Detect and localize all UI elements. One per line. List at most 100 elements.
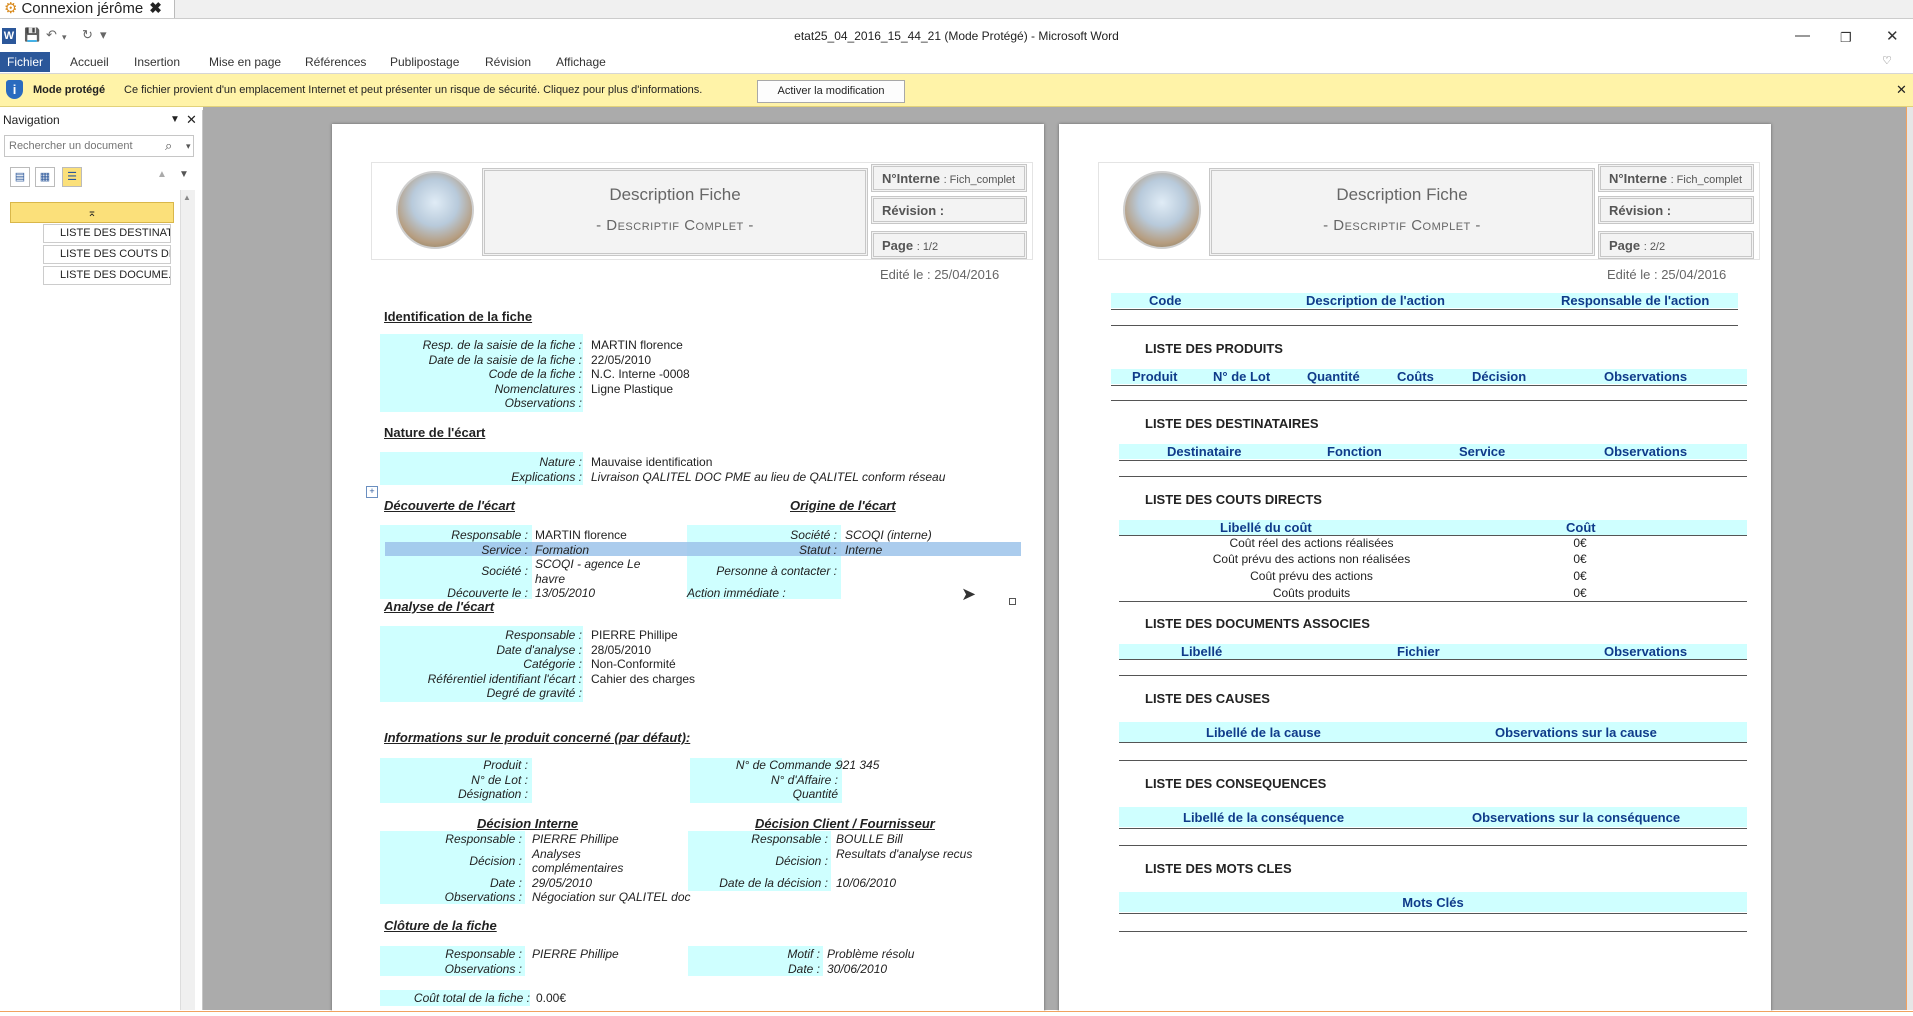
section-title-nature: Nature de l'écart [384, 425, 486, 440]
tab-revision[interactable]: Révision [485, 52, 531, 72]
field-value: Mauvaise identification [591, 455, 713, 469]
field-value: 29/05/2010 [532, 875, 593, 890]
company-logo [396, 171, 474, 249]
tab-accueil[interactable]: Accueil [70, 52, 109, 72]
field-value [845, 586, 1025, 601]
field-label: Date : [787, 961, 820, 976]
total-cost-label: Coût total de la fiche : [413, 991, 530, 1005]
headings-view-icon[interactable]: ▤ [10, 167, 30, 187]
page-label: Page [882, 238, 914, 253]
table-rule [1119, 659, 1747, 660]
ribbon-expand-icon[interactable]: ♡ [1882, 54, 1892, 67]
search-options-icon[interactable]: ▾ [186, 141, 191, 152]
scroll-up-icon[interactable]: ▲ [183, 193, 191, 202]
mouse-cursor-icon: ➤ [961, 584, 977, 604]
column-header: Libellé [1181, 644, 1223, 659]
tab-mise-en-page[interactable]: Mise en page [209, 52, 281, 72]
nav-item-couts[interactable]: LISTE DES COUTS DI... [43, 245, 171, 264]
cost-value-cell: 0€ [1573, 586, 1587, 600]
nav-item-documents[interactable]: LISTE DES DOCUME... [43, 266, 171, 285]
field-value: Ligne Plastique [591, 381, 674, 396]
description-box: Description Fiche - Descriptif Complet - [1209, 168, 1595, 256]
table-rule [1119, 460, 1747, 461]
enable-editing-button[interactable]: Activer la modification [757, 80, 905, 103]
cost-value-cell: 0€ [1573, 536, 1587, 550]
field-label: Personne à contacter : [716, 564, 837, 578]
field-label: Degré de gravité : [486, 686, 582, 700]
session-tab[interactable]: ⚙ Connexion jérôme ✖ [0, 0, 175, 18]
field-value: Analyses complémentaires [532, 846, 624, 876]
list-title-produits: LISTE DES PRODUITS [1145, 341, 1283, 356]
decision-client-labels: Responsable : Décision : Date de la déci… [688, 832, 828, 890]
section-title-identification: Identification de la fiche [384, 309, 533, 324]
pane-options-icon[interactable]: ▼ [170, 114, 180, 125]
table-rule [1119, 913, 1747, 914]
list-title-couts: LISTE DES COUTS DIRECTS [1145, 492, 1322, 507]
field-label: Décision : [775, 853, 828, 868]
protected-mode-message[interactable]: Ce fichier provient d'un emplacement Int… [124, 84, 702, 96]
field-label: Société : [481, 564, 528, 578]
edit-date: Edité le : 25/04/2016 [1607, 267, 1727, 282]
cost-label-cell: Coût réel des actions réalisées [1229, 536, 1394, 550]
column-header: Observations [1604, 444, 1688, 459]
tab-affichage[interactable]: Affichage [556, 52, 606, 72]
column-header: Décision [1472, 369, 1527, 384]
field-value [836, 773, 1016, 788]
field-label: Responsable : [445, 832, 522, 846]
tab-publipostage[interactable]: Publipostage [390, 52, 459, 72]
close-icon[interactable]: ✖ [149, 0, 162, 17]
list-title-causes: LISTE DES CAUSES [1145, 691, 1270, 706]
field-label: Responsable : [445, 947, 522, 961]
table-resize-handle[interactable] [1009, 598, 1016, 605]
produit-right-values: 921 345 [836, 758, 1016, 802]
session-tab-label: Connexion jérôme [21, 0, 144, 17]
section-title-cloture: Clôture de la fiche [384, 918, 497, 933]
revision-label: Révision : [1609, 203, 1672, 218]
search-icon[interactable]: ⌕ [165, 138, 172, 154]
page-label: Page [1609, 238, 1641, 253]
interne-value: : Fich_complet [1670, 174, 1743, 186]
field-value [836, 787, 1016, 802]
collapse-heading-item[interactable]: ⌅ [10, 202, 174, 223]
column-header: Observations sur la conséquence [1472, 810, 1681, 825]
identification-values: MARTIN florence 22/05/2010 N.C. Interne … [591, 338, 1021, 411]
section-title-decouverte: Découverte de l'écart [384, 498, 515, 513]
close-icon[interactable]: ✕ [1896, 82, 1907, 98]
field-value: 921 345 [836, 758, 880, 772]
tab-insertion[interactable]: Insertion [134, 52, 180, 72]
nav-scrollbar[interactable] [180, 190, 195, 1010]
results-view-icon[interactable]: ☰ [62, 167, 82, 187]
field-value: MARTIN florence [591, 338, 683, 352]
pane-close-icon[interactable]: ✕ [186, 112, 197, 128]
session-tab-bar [0, 0, 1913, 19]
next-heading-icon[interactable]: ▼ [179, 169, 189, 180]
section-title-decision-client: Décision Client / Fournisseur [755, 816, 935, 831]
tab-fichier[interactable]: Fichier [0, 52, 50, 72]
minimize-icon[interactable]: — [1795, 27, 1810, 44]
column-header: Observations sur la cause [1495, 725, 1657, 740]
table-move-handle-icon[interactable]: + [366, 486, 378, 498]
origine-values: SCOQI (interne) Interne [845, 528, 1025, 601]
window-title: etat25_04_2016_15_44_21 (Mode Protégé) -… [794, 29, 1119, 43]
field-value: PIERRE Phillipe [532, 832, 619, 846]
tab-references[interactable]: Références [305, 52, 366, 72]
field-value: Problème résolu [827, 947, 915, 961]
table-rule [1119, 742, 1747, 743]
column-header: Libellé du coût [1220, 520, 1312, 535]
revision-box: Révision : [1598, 196, 1754, 224]
restore-icon[interactable]: ❐ [1840, 30, 1852, 46]
page-box: Page : 2/2 [1598, 231, 1754, 259]
field-label: Action immédiate : [687, 586, 786, 600]
close-window-icon[interactable]: ✕ [1886, 27, 1899, 45]
column-header: Destinataire [1167, 444, 1242, 459]
identification-labels: Resp. de la saisie de la fiche : Date de… [380, 338, 582, 411]
document-scrollbar[interactable] [1906, 107, 1913, 1010]
field-label: Décision : [469, 853, 522, 868]
page-number: : 1/2 [916, 241, 939, 253]
field-label: Date de la saisie de la fiche : [428, 352, 582, 367]
cloture-left-labels: Responsable : Observations : [380, 947, 522, 976]
nav-item-destinataires[interactable]: LISTE DES DESTINAT... [43, 224, 171, 243]
pages-view-icon[interactable]: ▦ [35, 167, 55, 187]
previous-heading-icon[interactable]: ▲ [157, 169, 167, 180]
field-label: Code de la fiche : [488, 367, 582, 381]
